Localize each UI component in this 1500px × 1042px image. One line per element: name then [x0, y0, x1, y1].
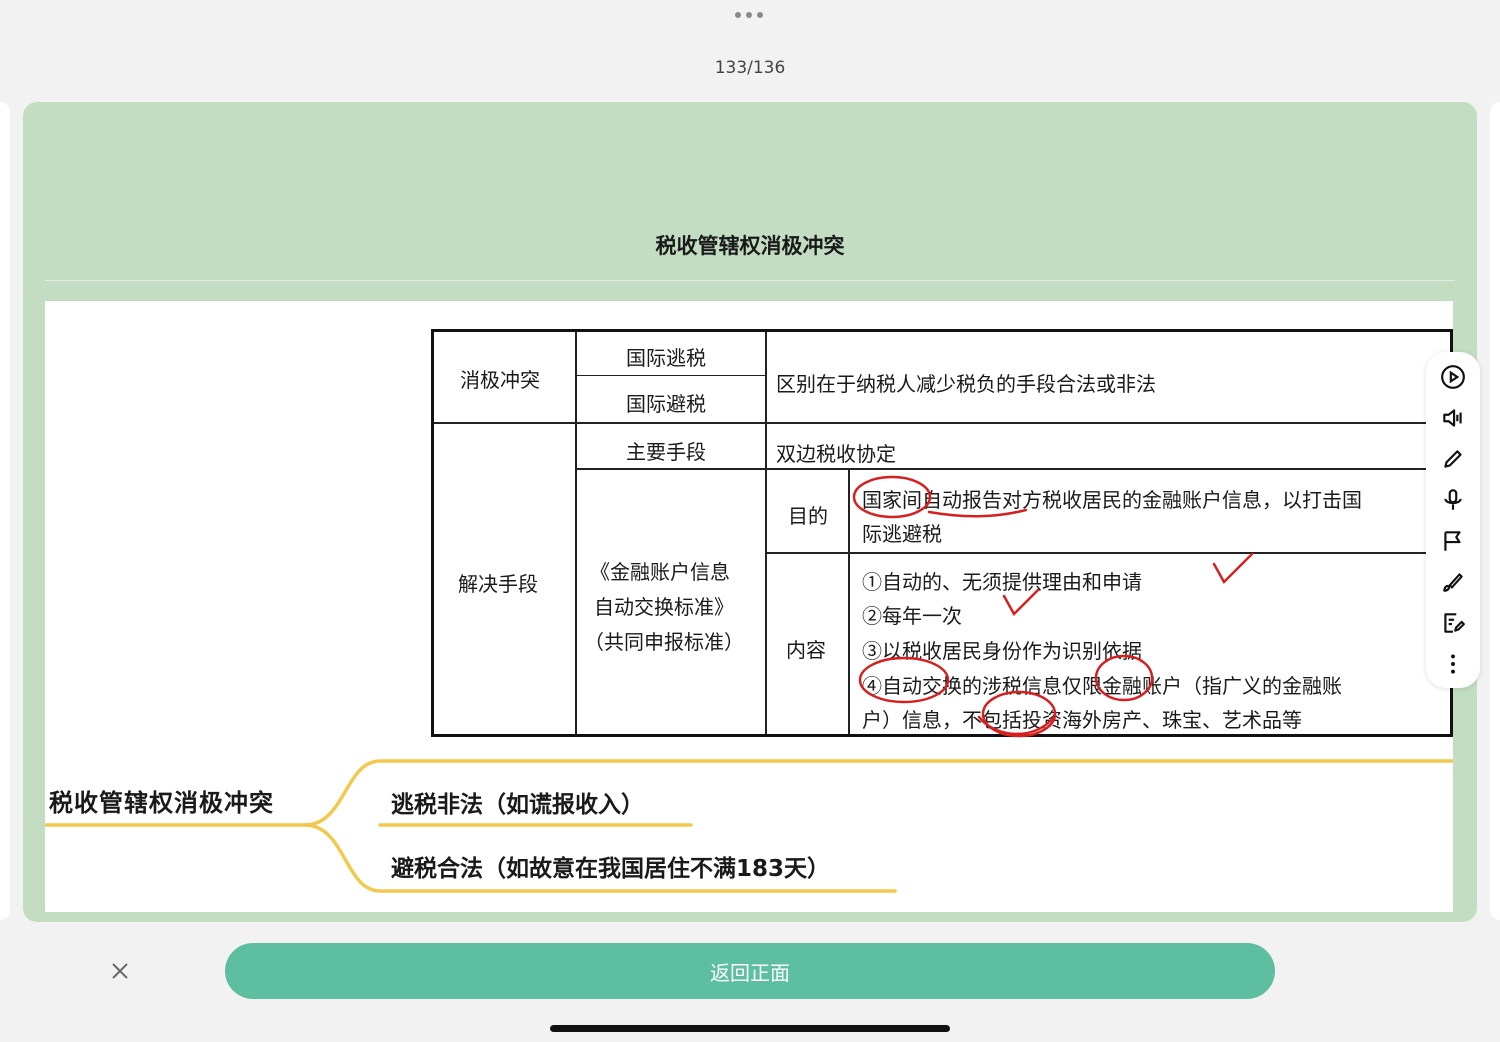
- page-counter: 133/136: [714, 58, 786, 78]
- tool-rail: [1426, 352, 1480, 688]
- more-options-icon[interactable]: [735, 10, 765, 20]
- pencil-icon[interactable]: [1439, 445, 1467, 473]
- home-indicator: [550, 1025, 950, 1032]
- mindmap-branch-evasion: 逃税非法（如谎报收入）: [391, 792, 644, 818]
- mindmap-branch-avoidance: 避税合法（如故意在我国居住不满183天）: [391, 856, 831, 882]
- back-to-front-button[interactable]: 返回正面: [225, 943, 1275, 999]
- flag-icon[interactable]: [1439, 527, 1467, 555]
- play-icon[interactable]: [1439, 363, 1467, 391]
- flashcard-back: 税收管辖权消极冲突 消极冲突 国际逃税 国际避税 区别在于纳税人减少税负的手段合…: [23, 102, 1477, 922]
- mindmap-connectors: [45, 759, 1453, 893]
- more-vertical-icon[interactable]: [1439, 650, 1467, 678]
- close-icon[interactable]: [106, 957, 134, 985]
- next-card-peek[interactable]: [1490, 102, 1500, 920]
- note-image: 消极冲突 国际逃税 国际避税 区别在于纳税人减少税负的手段合法或非法 解决手段 …: [45, 301, 1453, 912]
- card-title: 税收管辖权消极冲突: [655, 234, 845, 258]
- microphone-icon[interactable]: [1439, 486, 1467, 514]
- speaker-icon[interactable]: [1439, 404, 1467, 432]
- title-divider: [45, 280, 1455, 281]
- note-edit-icon[interactable]: [1439, 609, 1467, 637]
- previous-card-peek[interactable]: [0, 102, 10, 920]
- brush-icon[interactable]: [1439, 568, 1467, 596]
- mindmap-root: 税收管辖权消极冲突: [49, 789, 274, 817]
